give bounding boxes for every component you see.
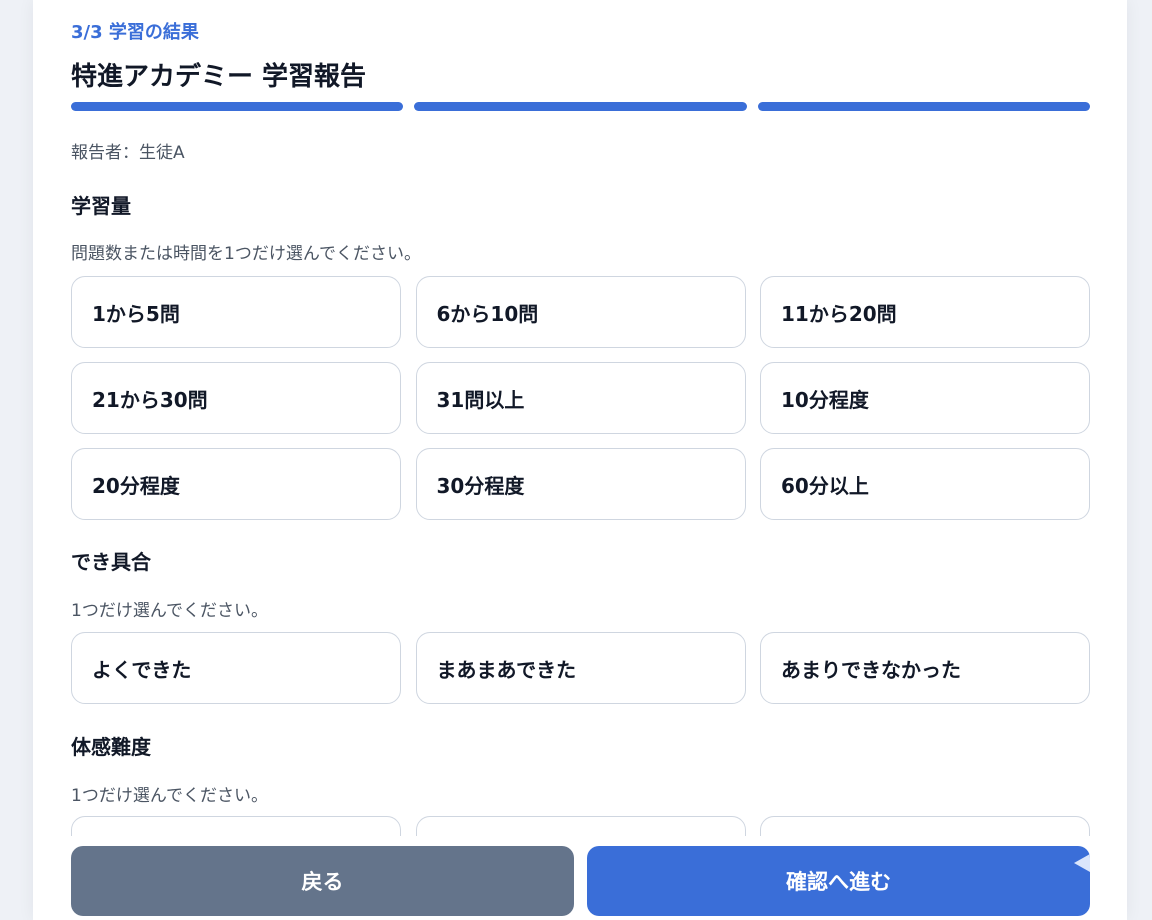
progress-bar	[71, 102, 1090, 111]
amount-option-11-20[interactable]: 11から20問	[760, 276, 1090, 348]
performance-options: よくできた まあまあできた あまりできなかった	[71, 632, 1090, 704]
performance-option-fair[interactable]: まあまあできた	[415, 632, 746, 704]
amount-option-20min[interactable]: 20分程度	[71, 448, 401, 520]
performance-option-good[interactable]: よくできた	[71, 632, 401, 704]
amount-option-10min[interactable]: 10分程度	[760, 362, 1090, 434]
amount-section-title: 学習量	[71, 194, 131, 218]
page-title: 特進アカデミー 学習報告	[71, 62, 367, 92]
next-button-label: 確認へ進む	[786, 870, 891, 894]
progress-segment-1	[71, 102, 404, 111]
amount-option-31-plus[interactable]: 31問以上	[415, 362, 746, 434]
amount-option-6-10[interactable]: 6から10問	[415, 276, 746, 348]
next-button[interactable]: 確認へ進む	[587, 846, 1090, 916]
step-indicator: 3/3 学習の結果	[71, 22, 199, 43]
performance-section-hint: 1つだけ選んでください。	[71, 601, 268, 621]
reporter-label: 報告者：生徒A	[71, 143, 185, 163]
amount-option-60min-plus[interactable]: 60分以上	[760, 448, 1090, 520]
performance-section-title: でき具合	[71, 550, 151, 574]
amount-options: 1から5問 6から10問 11から20問 21から30問 31問以上 10分程度…	[71, 276, 1090, 520]
progress-segment-2	[414, 102, 747, 111]
action-footer: 戻る 確認へ進む	[33, 836, 1127, 920]
progress-segment-3	[757, 102, 1090, 111]
amount-section-hint: 問題数または時間を1つだけ選んでください。	[71, 244, 421, 264]
amount-option-1-5[interactable]: 1から5問	[71, 276, 401, 348]
difficulty-section-title: 体感難度	[71, 735, 151, 759]
back-button[interactable]: 戻る	[71, 846, 574, 916]
amount-option-21-30[interactable]: 21から30問	[71, 362, 401, 434]
chevron-left-icon	[1074, 854, 1090, 872]
performance-option-poor[interactable]: あまりできなかった	[760, 632, 1090, 704]
report-card: 3/3 学習の結果 特進アカデミー 学習報告 報告者：生徒A 学習量 問題数また…	[33, 0, 1127, 920]
difficulty-section-hint: 1つだけ選んでください。	[71, 786, 268, 806]
amount-option-30min[interactable]: 30分程度	[415, 448, 746, 520]
